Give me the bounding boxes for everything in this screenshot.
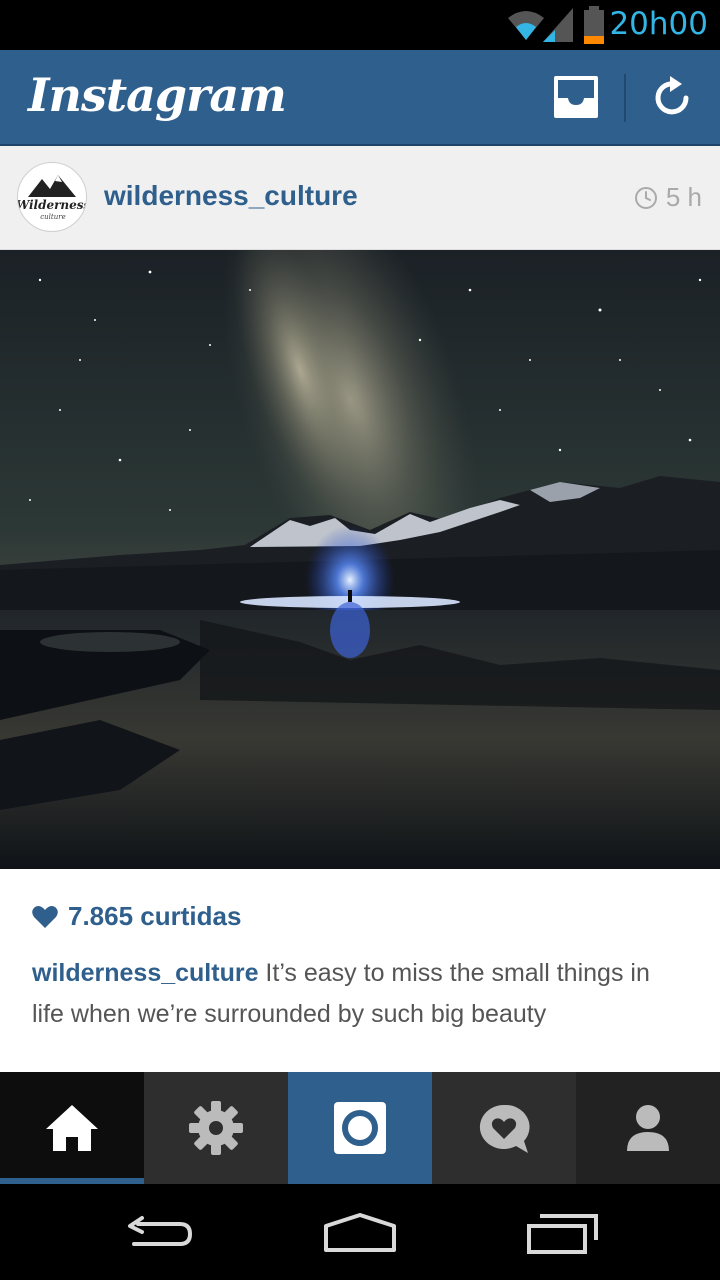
status-time: 20h00 [609,6,708,42]
signal-icon [543,8,573,42]
profile-icon [627,1105,669,1151]
night-sky-photo [0,250,720,869]
wifi-icon [508,11,544,40]
recents-icon[interactable] [526,1214,598,1254]
heart-icon [32,905,58,928]
app-header: Instagram [0,50,720,146]
post-username[interactable]: wilderness_culture [104,180,358,212]
caption-username[interactable]: wilderness_culture [32,959,258,987]
post-caption: wilderness_culture It’s easy to miss the… [32,953,682,1035]
likes-label: 7.865 curtidas [68,901,242,931]
explore-icon [189,1101,243,1155]
tab-home[interactable] [0,1072,144,1184]
post-time: 5 h [634,182,702,213]
status-bar: 20h00 [0,0,720,50]
system-nav-bar [0,1184,720,1280]
post-photo[interactable] [0,250,720,869]
post-header: Wilderness culture wilderness_culture 5 … [0,146,720,250]
tab-profile[interactable] [576,1072,720,1184]
home-icon [46,1105,98,1151]
tab-camera[interactable] [288,1072,432,1184]
nav-home-icon[interactable] [322,1212,398,1254]
tab-news[interactable] [432,1072,576,1184]
likes-count[interactable]: 7.865 curtidas [32,901,241,932]
tab-explore[interactable] [144,1072,288,1184]
clock-icon [634,186,657,209]
tab-bar [0,1072,720,1184]
svg-text:culture: culture [40,213,65,221]
post-time-label: 5 h [665,182,702,212]
post-body: 7.865 curtidas wilderness_culture It’s e… [0,869,720,1072]
refresh-icon[interactable] [652,74,692,120]
inbox-icon[interactable] [552,74,600,120]
svg-text:Wilderness: Wilderness [18,198,87,212]
avatar[interactable]: Wilderness culture [17,162,87,232]
wilderness-logo-icon: Wilderness culture [18,175,87,221]
camera-icon [334,1102,386,1154]
news-icon [479,1104,530,1153]
back-icon[interactable] [124,1214,196,1254]
battery-icon [584,6,604,44]
app-logo: Instagram [28,68,287,122]
header-divider [624,74,626,122]
